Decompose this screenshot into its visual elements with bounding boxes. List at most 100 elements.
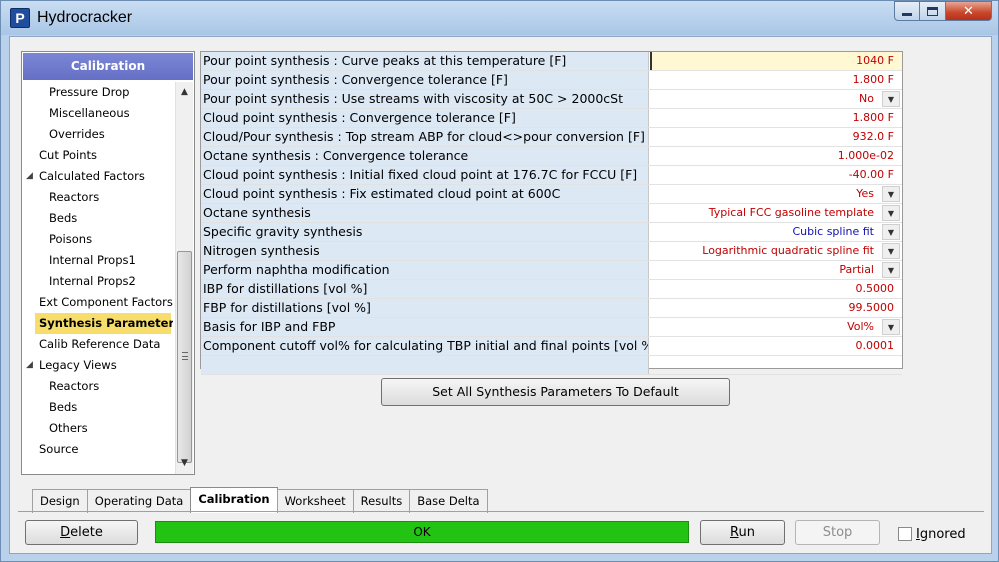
dropdown-arrow-icon[interactable]: ▼: [882, 243, 900, 259]
parameter-value-field[interactable]: 99.5000: [650, 299, 902, 317]
nav-item-label: Poisons: [49, 232, 93, 246]
grid-row: Perform naphtha modification Partial ▼: [201, 261, 902, 280]
grid-row: Octane synthesis : Convergence tolerance…: [201, 147, 902, 166]
status-bar: OK: [155, 521, 689, 543]
parameter-dropdown[interactable]: Vol% ▼: [650, 318, 902, 336]
nav-item[interactable]: Poisons: [23, 229, 173, 250]
parameter-dropdown[interactable]: Cubic spline fit ▼: [650, 223, 902, 241]
dropdown-arrow-icon[interactable]: ▼: [882, 205, 900, 221]
scroll-up-arrow-icon[interactable]: ▲: [176, 84, 193, 101]
stop-button[interactable]: Stop: [795, 520, 880, 545]
close-button[interactable]: ✕: [946, 1, 992, 21]
parameter-label: Octane synthesis : Convergence tolerance: [201, 147, 649, 165]
expand-triangle-icon[interactable]: ◢: [26, 355, 33, 376]
parameter-value-field[interactable]: 0.5000: [650, 280, 902, 298]
dropdown-arrow-icon[interactable]: ▼: [882, 224, 900, 240]
nav-item[interactable]: Reactors: [23, 376, 173, 397]
nav-item-label: Others: [49, 421, 88, 435]
minimize-button[interactable]: [894, 1, 920, 21]
nav-scrollbar[interactable]: ▲ ▼: [175, 82, 193, 474]
nav-item[interactable]: Reactors: [23, 187, 173, 208]
nav-item-label: Ext Component Factors: [39, 295, 173, 309]
ignored-checkbox[interactable]: [898, 527, 912, 541]
run-button[interactable]: Run: [700, 520, 785, 545]
dropdown-arrow-icon[interactable]: ▼: [882, 262, 900, 278]
parameter-label: Octane synthesis: [201, 204, 649, 222]
form-client-area: Calibration Pressure Drop Miscellaneous Ov…: [9, 36, 992, 554]
run-label: un: [738, 525, 755, 540]
parameter-value: Logarithmic quadratic spline fit: [702, 244, 874, 257]
tab-design[interactable]: Design: [32, 489, 88, 513]
dropdown-arrow-icon[interactable]: ▼: [882, 186, 900, 202]
nav-item[interactable]: Internal Props2: [23, 271, 173, 292]
parameter-dropdown[interactable]: Partial ▼: [650, 261, 902, 279]
nav-item-label: Calib Reference Data: [39, 337, 161, 351]
delete-button[interactable]: Delete: [25, 520, 138, 545]
nav-item[interactable]: Ext Component Factors: [23, 292, 173, 313]
dropdown-arrow-icon[interactable]: ▼: [882, 91, 900, 107]
nav-item[interactable]: Source: [23, 439, 173, 460]
parameter-value: -40.00 F: [848, 168, 894, 181]
parameter-value-field[interactable]: 932.0 F: [650, 128, 902, 146]
nav-item[interactable]: Beds: [23, 397, 173, 418]
set-default-button[interactable]: Set All Synthesis Parameters To Default: [381, 378, 730, 406]
parameter-label: Cloud point synthesis : Initial fixed cl…: [201, 166, 649, 184]
parameter-value-field[interactable]: 1.800 F: [650, 109, 902, 127]
nav-item[interactable]: Synthesis Parameters: [35, 313, 173, 334]
parameter-value-field[interactable]: [650, 356, 902, 374]
synthesis-parameters-grid: Pour point synthesis : Curve peaks at th…: [200, 51, 903, 375]
parameter-value-field[interactable]: 1.800 F: [650, 71, 902, 89]
ignored-checkbox-wrap[interactable]: Ignored: [898, 525, 966, 543]
parameter-value: Cubic spline fit: [792, 225, 874, 238]
grid-row: Cloud point synthesis : Convergence tole…: [201, 109, 902, 128]
tab-results[interactable]: Results: [352, 489, 411, 513]
window-title: Hydrocracker: [37, 9, 133, 26]
nav-list: Pressure Drop Miscellaneous Overrides Cut P…: [23, 82, 173, 474]
parameter-value: No: [859, 92, 874, 105]
nav-item[interactable]: Others: [23, 418, 173, 439]
grid-row: Cloud/Pour synthesis : Top stream ABP fo…: [201, 128, 902, 147]
parameter-label: Pour point synthesis : Curve peaks at th…: [201, 52, 649, 70]
nav-item[interactable]: ◢ Calculated Factors: [23, 166, 173, 187]
tab-worksheet[interactable]: Worksheet: [276, 489, 354, 513]
grid-row: Basis for IBP and FBP Vol% ▼: [201, 318, 902, 337]
nav-item[interactable]: ◢ Legacy Views: [23, 355, 173, 376]
nav-item[interactable]: Calib Reference Data: [23, 334, 173, 355]
nav-item[interactable]: Pressure Drop: [23, 82, 173, 103]
title-bar[interactable]: P Hydrocracker ✕: [1, 1, 998, 35]
dropdown-arrow-icon[interactable]: ▼: [882, 319, 900, 335]
nav-item[interactable]: Beds: [23, 208, 173, 229]
tab-calibration[interactable]: Calibration: [190, 487, 278, 513]
nav-item-label: Internal Props1: [49, 253, 136, 267]
parameter-value-field[interactable]: 1.000e-02: [650, 147, 902, 165]
nav-item[interactable]: Overrides: [23, 124, 173, 145]
parameter-value: Partial: [839, 263, 874, 276]
scroll-down-arrow-icon[interactable]: ▼: [176, 455, 193, 472]
minimize-icon: [902, 12, 912, 16]
parameter-dropdown[interactable]: Logarithmic quadratic spline fit ▼: [650, 242, 902, 260]
nav-item[interactable]: Cut Points: [23, 145, 173, 166]
parameter-value-field[interactable]: 1040 F: [650, 52, 902, 70]
parameter-value: 1040 F: [856, 54, 894, 67]
tab-base-delta[interactable]: Base Delta: [409, 489, 488, 513]
parameter-dropdown[interactable]: No ▼: [650, 90, 902, 108]
scrollbar-thumb[interactable]: [177, 251, 192, 463]
parameter-value-field[interactable]: 0.0001: [650, 337, 902, 355]
grid-row: Cloud point synthesis : Fix estimated cl…: [201, 185, 902, 204]
parameter-label: [201, 356, 649, 374]
nav-item[interactable]: Miscellaneous: [23, 103, 173, 124]
grid-row: FBP for distillations [vol %] 99.5000: [201, 299, 902, 318]
parameter-dropdown[interactable]: Yes ▼: [650, 185, 902, 203]
parameter-value-field[interactable]: -40.00 F: [650, 166, 902, 184]
parameter-dropdown[interactable]: Typical FCC gasoline template ▼: [650, 204, 902, 222]
parameter-label: Pour point synthesis : Use streams with …: [201, 90, 649, 108]
grid-row: Specific gravity synthesis Cubic spline f…: [201, 223, 902, 242]
app-window: P Hydrocracker ✕ Calibration Pressure Dr…: [0, 0, 999, 562]
nav-item[interactable]: Internal Props1: [23, 250, 173, 271]
tab-operating-data[interactable]: Operating Data: [86, 489, 192, 513]
nav-item-label: Calculated Factors: [39, 169, 145, 183]
maximize-button[interactable]: [920, 1, 946, 21]
parameter-value: 932.0 F: [852, 130, 894, 143]
expand-triangle-icon[interactable]: ◢: [26, 166, 33, 187]
nav-item-label: Beds: [49, 400, 78, 414]
